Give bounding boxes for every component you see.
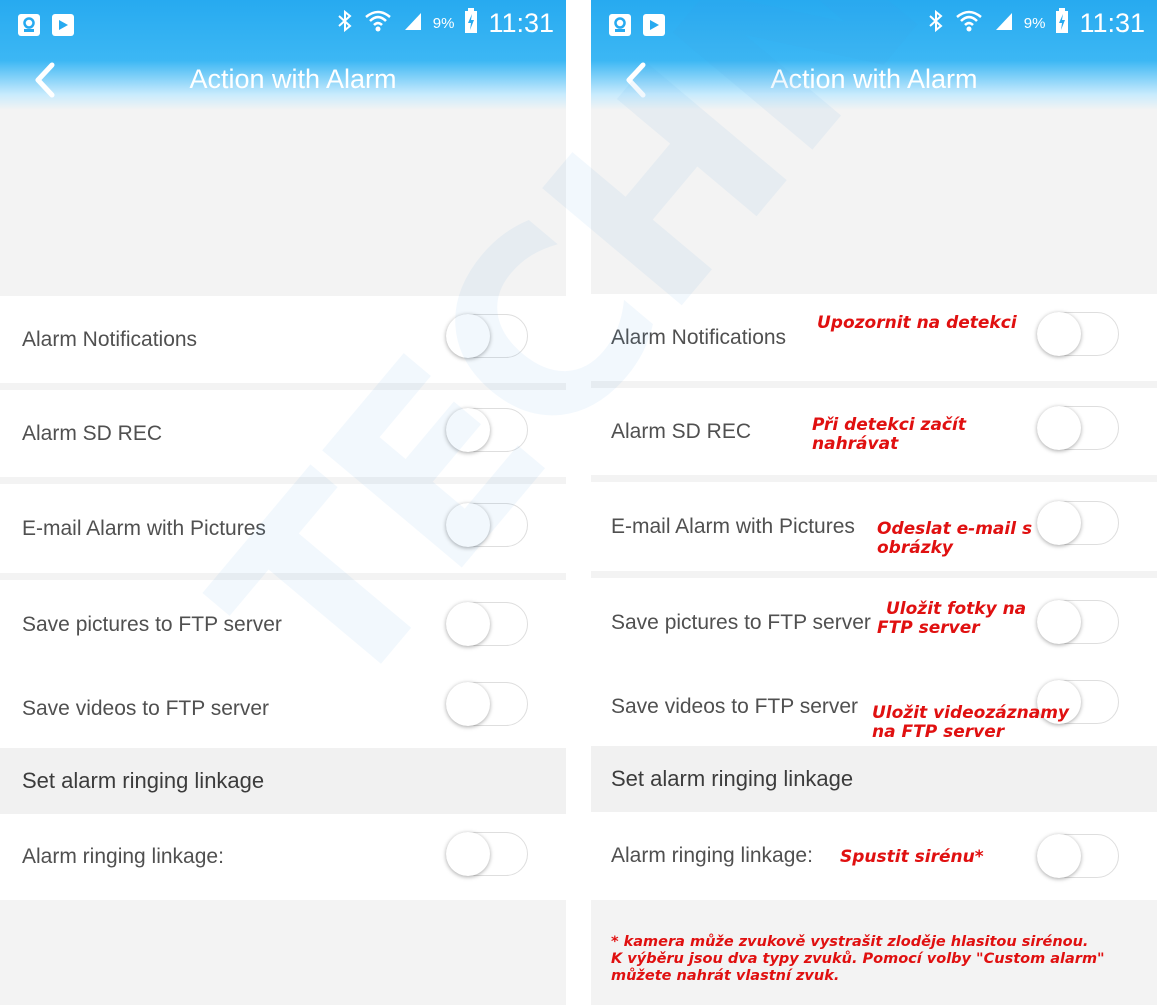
bluetooth-icon (928, 9, 944, 38)
setting-row-save-pictures-ftp: Save pictures to FTP server (591, 578, 1157, 668)
alarm-notifications-toggle[interactable] (446, 314, 528, 358)
annotation-videos-line1: Uložit videozáznamy (872, 703, 1069, 723)
footnote-line-3: můžete nahrát vlastní zvuk. (611, 968, 840, 984)
bluetooth-icon (337, 9, 353, 38)
setting-label: Alarm SD REC (611, 419, 752, 443)
screenshot-right: 9% 11:31 Action with Alarm Alarm Notific… (591, 0, 1157, 1005)
toggle-knob (1037, 501, 1081, 545)
annotation-email-line2: obrázky (877, 538, 953, 558)
setting-label: Alarm Notifications (22, 327, 198, 351)
toggle-knob (1037, 600, 1081, 644)
clock: 11:31 (1079, 8, 1145, 38)
setting-row-email-alarm: E-mail Alarm with Pictures (0, 484, 566, 573)
setting-row-alarm-ringing-linkage: Alarm ringing linkage: (0, 814, 566, 900)
section-header-ringing: Set alarm ringing linkage (0, 748, 566, 814)
wifi-icon (954, 8, 984, 39)
alarm-sd-rec-toggle[interactable] (446, 408, 528, 452)
annotation-notifications: Upozornit na detekci (817, 313, 1017, 333)
app-notification-icon (18, 14, 40, 36)
annotation-email-line1: Odeslat e-mail s (877, 519, 1033, 539)
clock: 11:31 (488, 8, 554, 38)
toggle-knob (446, 832, 490, 876)
setting-row-save-videos-ftp: Save videos to FTP server (0, 670, 566, 748)
setting-label: Alarm Notifications (611, 325, 787, 349)
setting-label: Save videos to FTP server (22, 697, 270, 720)
app-header: 9% 11:31 Action with Alarm (591, 0, 1157, 110)
setting-label: Alarm SD REC (22, 421, 163, 445)
setting-label: E-mail Alarm with Pictures (22, 516, 266, 540)
toggle-knob (1037, 834, 1081, 878)
setting-row-alarm-notifications: Alarm Notifications (591, 294, 1157, 381)
app-header: 9% 11:31 Action with Alarm (0, 0, 566, 110)
footnote-line-1: * kamera může zvukově vystrašit zloděje … (611, 934, 1089, 950)
setting-label: Alarm ringing linkage: (22, 845, 224, 868)
email-alarm-toggle[interactable] (1037, 501, 1119, 545)
setting-row-alarm-sd-rec: Alarm SD REC (0, 390, 566, 477)
status-bar: 9% 11:31 (591, 0, 1157, 56)
page-title: Action with Alarm (189, 64, 397, 94)
footnote: * kamera může zvukově vystrašit zloděje … (611, 934, 1151, 985)
save-pictures-ftp-toggle[interactable] (446, 602, 528, 646)
battery-percent: 9% (432, 15, 455, 32)
section-header-ringing: Set alarm ringing linkage (591, 746, 1157, 812)
toggle-knob (446, 408, 490, 452)
setting-label: Save pictures to FTP server (611, 611, 871, 634)
annotation-pictures-line1: Uložit fotky na (886, 599, 1027, 619)
app-notification-icon (609, 14, 631, 36)
section-title: Set alarm ringing linkage (22, 768, 265, 793)
signal-icon (994, 10, 1014, 37)
annotation-videos-line2: na FTP server (872, 722, 1005, 742)
ftp-settings-group: Save pictures to FTP server Save videos … (0, 580, 566, 748)
setting-label: Save pictures to FTP server (22, 613, 282, 636)
save-pictures-ftp-toggle[interactable] (1037, 600, 1119, 644)
email-alarm-toggle[interactable] (446, 503, 528, 547)
status-bar: 9% 11:31 (0, 0, 566, 56)
alarm-ringing-linkage-toggle[interactable] (446, 832, 528, 876)
alarm-sd-rec-toggle[interactable] (1037, 406, 1119, 450)
setting-row-alarm-notifications: Alarm Notifications (0, 296, 566, 383)
toggle-knob (446, 682, 490, 726)
setting-row-email-alarm: E-mail Alarm with Pictures (591, 482, 1157, 571)
screenshot-left: 9% 11:31 Action with Alarm Alarm Notific… (0, 0, 566, 1005)
battery-charging-icon (464, 8, 478, 39)
footnote-line-2: K výběru jsou dva typy zvuků. Pomocí vol… (611, 951, 1105, 967)
wifi-icon (363, 8, 393, 39)
toggle-knob (446, 503, 490, 547)
annotation-sd-rec-line1: Při detekci začít (812, 415, 966, 435)
save-videos-ftp-toggle[interactable] (446, 682, 528, 726)
setting-label: E-mail Alarm with Pictures (611, 514, 855, 538)
battery-charging-icon (1055, 8, 1069, 39)
toggle-knob (1037, 406, 1081, 450)
video-notification-icon (52, 14, 74, 36)
battery-percent: 9% (1023, 15, 1046, 32)
annotation-ringing: Spustit sirénu* (840, 847, 984, 867)
setting-row-save-pictures-ftp: Save pictures to FTP server (0, 580, 566, 670)
video-notification-icon (643, 14, 665, 36)
setting-label: Save videos to FTP server (611, 695, 859, 718)
section-title: Set alarm ringing linkage (611, 766, 854, 791)
alarm-ringing-linkage-toggle[interactable] (1037, 834, 1119, 878)
toggle-knob (1037, 312, 1081, 356)
setting-label: Alarm ringing linkage: (611, 844, 813, 867)
toggle-knob (446, 314, 490, 358)
signal-icon (403, 10, 423, 37)
alarm-notifications-toggle[interactable] (1037, 312, 1119, 356)
annotation-pictures-line2: FTP server (877, 618, 980, 638)
page-title: Action with Alarm (770, 64, 978, 94)
toggle-knob (446, 602, 490, 646)
annotation-sd-rec-line2: nahrávat (812, 434, 899, 454)
